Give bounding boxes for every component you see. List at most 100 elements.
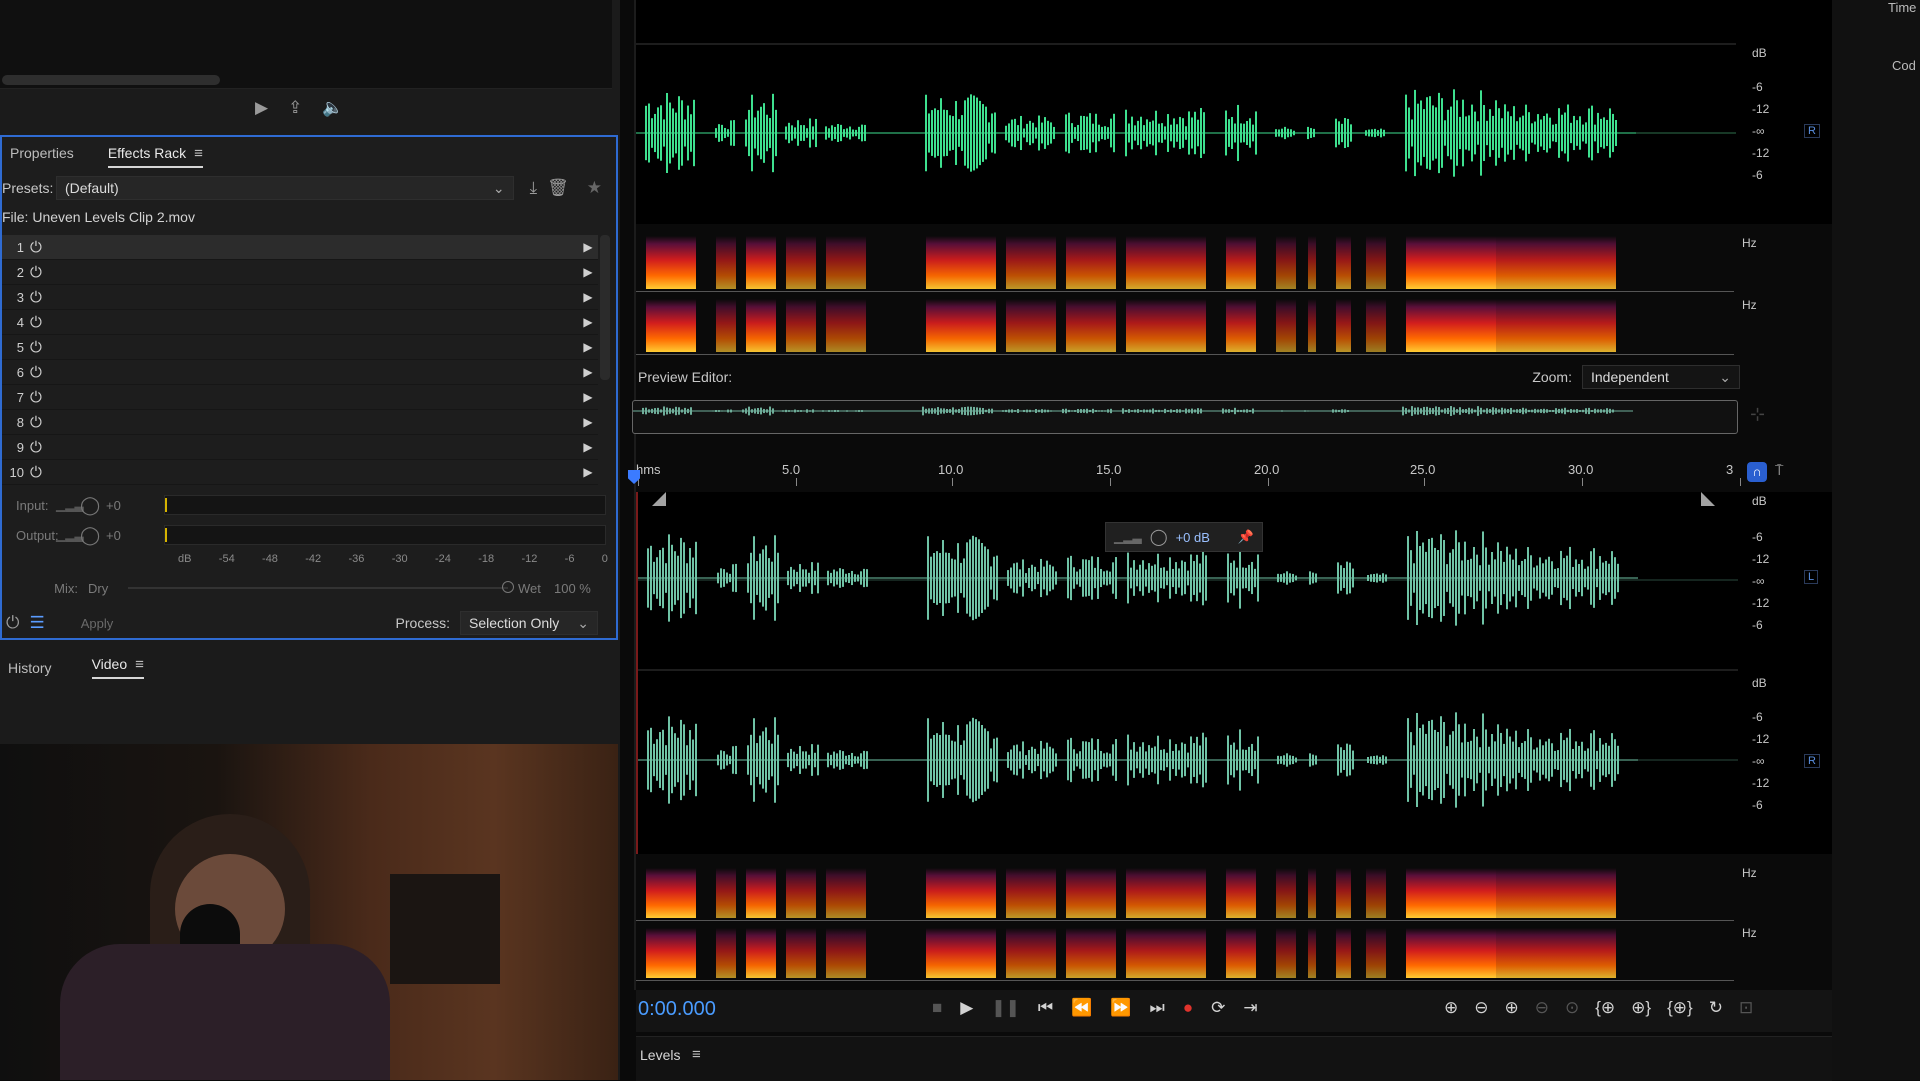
effect-slot[interactable]: 7 ⏻ ▶ xyxy=(2,385,598,410)
menu-icon[interactable]: ≡ xyxy=(194,145,203,162)
export-icon[interactable]: ⇪ xyxy=(288,99,302,117)
transport-bar: 0:00.000 ■ ▶ ❚❚ ⏮ ⏪ ⏩ ⏭ ● ⟳ ⇥ ⊕ ⊖ ⊕ ⊖ ⊙ … xyxy=(636,990,1832,1032)
zoom-reset-icon[interactable]: ↻ xyxy=(1709,998,1723,1018)
effect-slot[interactable]: 2 ⏻ ▶ xyxy=(2,260,598,285)
power-icon[interactable]: ⏻ xyxy=(30,239,52,256)
play-arrow-icon[interactable]: ▶ xyxy=(578,265,598,279)
db-tick: -48 xyxy=(262,553,278,565)
effect-slot[interactable]: 1 ⏻ ▶ xyxy=(2,235,598,260)
play-arrow-icon[interactable]: ▶ xyxy=(578,290,598,304)
tab-effects-rack[interactable]: Effects Rack ≡ xyxy=(107,145,203,168)
mix-slider[interactable] xyxy=(128,581,514,593)
effect-slot[interactable]: 10 ⏻ ▶ xyxy=(2,460,598,485)
favorite-star-icon[interactable]: ★ xyxy=(587,179,602,197)
play-arrow-icon[interactable]: ▶ xyxy=(578,415,598,429)
effect-slot[interactable]: 4 ⏻ ▶ xyxy=(2,310,598,335)
zoom-to-selection-icon[interactable]: {⊕} xyxy=(1667,998,1693,1018)
volume-knob-icon[interactable]: ◯ xyxy=(1150,527,1168,547)
menu-icon[interactable]: ≡ xyxy=(692,1046,701,1063)
play-arrow-icon[interactable]: ▶ xyxy=(578,390,598,404)
effect-slot[interactable]: 3 ⏻ ▶ xyxy=(2,285,598,310)
tab-properties[interactable]: Properties xyxy=(10,145,74,161)
zoom-dropdown[interactable]: Independent ⌄ xyxy=(1582,365,1740,389)
spectrogram-band xyxy=(926,236,996,289)
list-icon[interactable]: ☰ xyxy=(29,614,44,632)
apply-button[interactable]: Apply xyxy=(81,616,114,631)
power-icon[interactable]: ⏻ xyxy=(30,439,52,456)
rewind-icon[interactable]: ⏪ xyxy=(1071,998,1092,1018)
zoom-in-right-icon[interactable]: ⊕} xyxy=(1631,998,1651,1018)
pause-icon[interactable]: ❚❚ xyxy=(991,998,1020,1018)
power-icon[interactable]: ⏻ xyxy=(6,614,19,632)
slots-scrollbar[interactable] xyxy=(600,235,610,380)
power-icon[interactable]: ⏻ xyxy=(30,289,52,306)
effect-slot[interactable]: 8 ⏻ ▶ xyxy=(2,410,598,435)
output-knob[interactable]: ◯ xyxy=(80,525,106,546)
spectrogram-band xyxy=(1276,868,1296,918)
spectrogram-band xyxy=(646,868,696,918)
power-icon[interactable]: ⏻ xyxy=(30,314,52,331)
ruler-tick-mark xyxy=(1424,478,1425,486)
zoom-out-time-icon[interactable]: ⊖ xyxy=(1535,998,1549,1018)
hud-volume[interactable]: ▁▂▃ ◯ +0 dB 📌 xyxy=(1105,522,1263,552)
stop-icon[interactable]: ■ xyxy=(932,998,942,1018)
effect-slot[interactable]: 6 ⏻ ▶ xyxy=(2,360,598,385)
play-arrow-icon[interactable]: ▶ xyxy=(578,315,598,329)
record-icon[interactable]: ● xyxy=(1183,998,1193,1018)
loop-icon[interactable]: ⟳ xyxy=(1211,998,1225,1018)
tab-history[interactable]: History xyxy=(8,660,52,676)
play-arrow-icon[interactable]: ▶ xyxy=(578,365,598,379)
input-knob[interactable]: ◯ xyxy=(80,495,106,516)
levels-tab[interactable]: Levels xyxy=(640,1047,680,1063)
save-preset-icon[interactable]: ⤓ xyxy=(530,179,538,197)
process-dropdown[interactable]: Selection Only ⌄ xyxy=(460,611,598,635)
channel-l-badge[interactable]: L xyxy=(1804,570,1819,584)
horizontal-scrollbar[interactable] xyxy=(2,75,220,85)
effect-slot[interactable]: 9 ⏻ ▶ xyxy=(2,435,598,460)
menu-icon[interactable]: ≡ xyxy=(135,656,144,673)
power-icon[interactable]: ⏻ xyxy=(30,264,52,281)
timecode[interactable]: 0:00.000 xyxy=(638,998,716,1021)
mix-slider-handle[interactable] xyxy=(502,581,514,593)
db-tick: 0 xyxy=(601,553,608,565)
play-icon[interactable]: ▶ xyxy=(960,998,973,1018)
snap-icon[interactable]: ∩ xyxy=(1747,462,1767,482)
spectrogram-band xyxy=(1406,236,1496,289)
play-arrow-icon[interactable]: ▶ xyxy=(578,240,598,254)
zoom-in-amplitude-icon[interactable]: ⊕ xyxy=(1444,998,1458,1018)
presets-dropdown[interactable]: (Default) ⌄ xyxy=(55,176,514,200)
volume-icon[interactable]: 🔈 xyxy=(322,99,343,117)
play-arrow-icon[interactable]: ▶ xyxy=(578,465,598,479)
power-icon[interactable]: ⏻ xyxy=(30,364,52,381)
pin-icon[interactable]: 📌 xyxy=(1238,529,1254,545)
play-icon[interactable]: ▶ xyxy=(255,99,268,117)
zoom-extra-icon[interactable]: ⊡ xyxy=(1739,998,1753,1018)
zoom-out-amplitude-icon[interactable]: ⊖ xyxy=(1474,998,1488,1018)
zoom-out-full-icon[interactable]: ⊙ xyxy=(1565,998,1579,1018)
power-icon[interactable]: ⏻ xyxy=(30,464,52,481)
channel-r-badge[interactable]: R xyxy=(1804,754,1820,768)
power-icon[interactable]: ⏻ xyxy=(30,414,52,431)
spectrogram-band xyxy=(926,868,996,918)
zoom-nav-icon[interactable]: ⊹ xyxy=(1750,404,1765,425)
marker-pin-icon[interactable]: ⍑ xyxy=(1775,462,1783,479)
zoom-in-time-icon[interactable]: ⊕ xyxy=(1505,998,1519,1018)
power-icon[interactable]: ⏻ xyxy=(30,389,52,406)
channel-r-badge[interactable]: R xyxy=(1804,124,1820,138)
slot-number: 5 xyxy=(16,339,24,355)
effect-slot[interactable]: 5 ⏻ ▶ xyxy=(2,335,598,360)
power-icon[interactable]: ⏻ xyxy=(30,339,52,356)
overview-navigator[interactable] xyxy=(632,400,1738,434)
play-arrow-icon[interactable]: ▶ xyxy=(578,440,598,454)
time-ruler[interactable]: hms 5.0 10.0 15.0 20.0 25.0 30.0 3 xyxy=(636,460,1741,490)
goto-start-icon[interactable]: ⏮ xyxy=(1038,998,1053,1018)
delete-preset-icon[interactable]: 🗑 xyxy=(547,179,569,197)
zoom-in-left-icon[interactable]: {⊕ xyxy=(1595,998,1615,1018)
tab-video[interactable]: Video ≡ xyxy=(91,656,144,679)
skip-selection-icon[interactable]: ⇥ xyxy=(1243,998,1257,1018)
chevron-down-icon: ⌄ xyxy=(577,614,589,631)
play-arrow-icon[interactable]: ▶ xyxy=(578,340,598,354)
goto-end-icon[interactable]: ⏭ xyxy=(1150,998,1165,1018)
spectrogram-band xyxy=(1226,868,1256,918)
fast-forward-icon[interactable]: ⏩ xyxy=(1110,998,1131,1018)
